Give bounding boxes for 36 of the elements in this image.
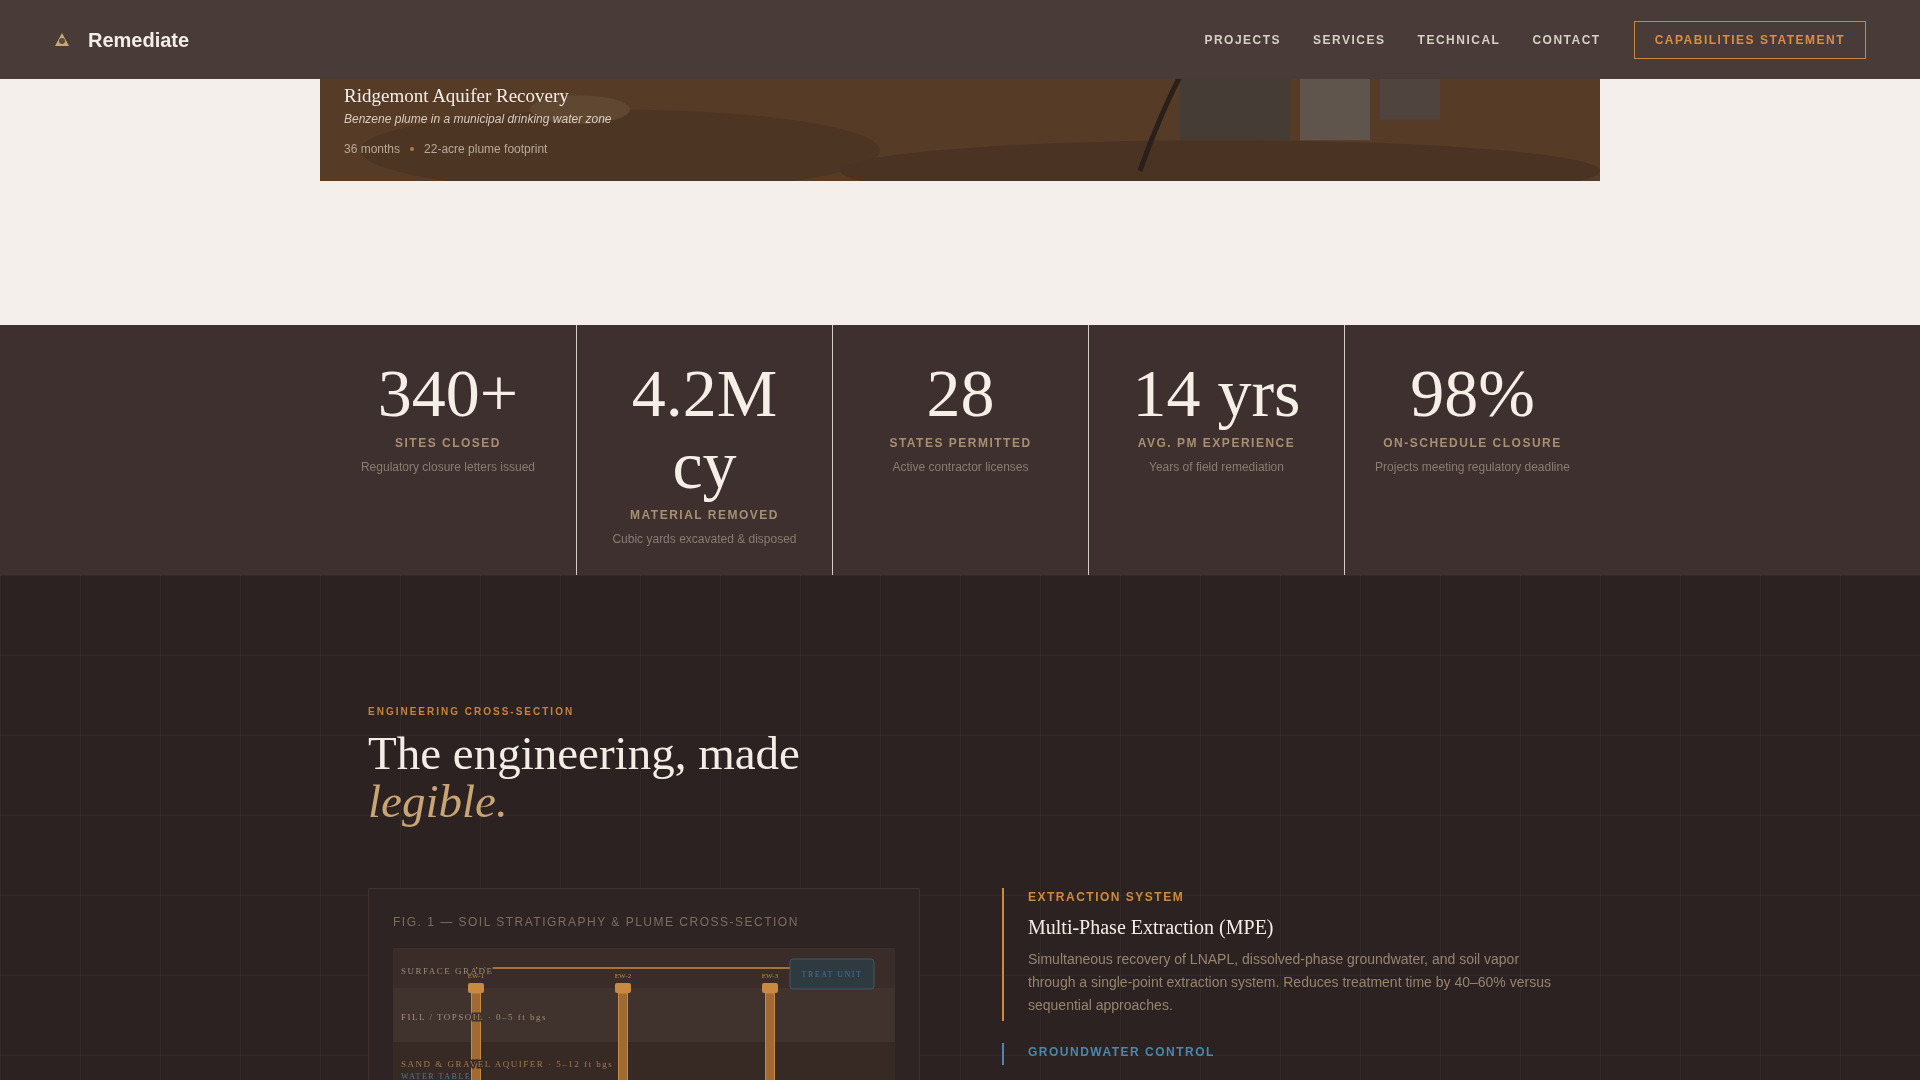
stat-value: 14 yrs	[1132, 357, 1301, 429]
stat-label: STATES PERMITTED	[889, 435, 1032, 452]
system-eyebrow: GROUNDWATER CONTROL	[1028, 1044, 1216, 1061]
project-meta: 22-acre plume footprint	[424, 141, 548, 158]
stat-note: Regulatory closure letters issued	[360, 459, 536, 476]
nav-link[interactable]: TECHNICAL	[1417, 30, 1501, 49]
stat-note: Cubic yards excavated & disposed	[612, 531, 797, 548]
stat-label: ON-SCHEDULE CLOSURE	[1383, 435, 1562, 452]
section-eyebrow: ENGINEERING CROSS-SECTION	[368, 705, 576, 719]
treatment-unit: TREAT UNIT	[789, 958, 875, 990]
stat-value: 4.2M cy	[630, 357, 779, 501]
system-title: Multi-Phase Extraction (MPE)	[1028, 915, 1275, 940]
stat-value: 28	[926, 357, 995, 429]
system-description: Simultaneous recovery of LNAPL, dissolved-phase groundwater, and soil vapor through a single-point extraction system. Reduces treatment time by 40–60% versus sequential approaches.	[1028, 950, 1552, 1015]
stat-value: 98%	[1410, 357, 1535, 429]
water-table-label: WATER TABLE	[401, 1072, 472, 1080]
stat-label: MATERIAL REMOVED	[630, 507, 779, 524]
figure-caption: FIG. 1 — SOIL STRATIGRAPHY & PLUME CROSS-SECTION	[393, 914, 800, 931]
stat-note: Years of field remediation	[1149, 459, 1284, 476]
project-meta: 36 months	[344, 141, 401, 158]
stat-note: Projects meeting regulatory deadline	[1375, 459, 1570, 476]
system-eyebrow: EXTRACTION SYSTEM	[1028, 889, 1186, 906]
project-card[interactable]: Ridgemont Aquifer Recovery Benzene plume in a municipal drinking water zone 36 months 22-acre plume footprint	[320, 79, 1600, 181]
stat-note: Active contractor licenses	[892, 459, 1029, 476]
nav-link[interactable]: CONTACT	[1532, 30, 1601, 49]
stat-value: 340+	[377, 357, 519, 429]
nav-link[interactable]: PROJECTS	[1204, 30, 1282, 49]
project-title: Ridgemont Aquifer Recovery	[344, 84, 570, 108]
logo-icon	[54, 31, 70, 48]
project-subtitle: Benzene plume in a municipal drinking water zone	[344, 111, 612, 128]
brand-name: Remediate	[88, 27, 190, 53]
capabilities-button[interactable]: CAPABILITIES STATEMENT	[1633, 20, 1866, 59]
nav-link[interactable]: SERVICES	[1313, 30, 1386, 49]
section-heading: The engineering, made legible.	[368, 729, 801, 825]
stat-label: AVG. PM EXPERIENCE	[1137, 435, 1296, 452]
stat-label: SITES CLOSED	[395, 435, 501, 452]
